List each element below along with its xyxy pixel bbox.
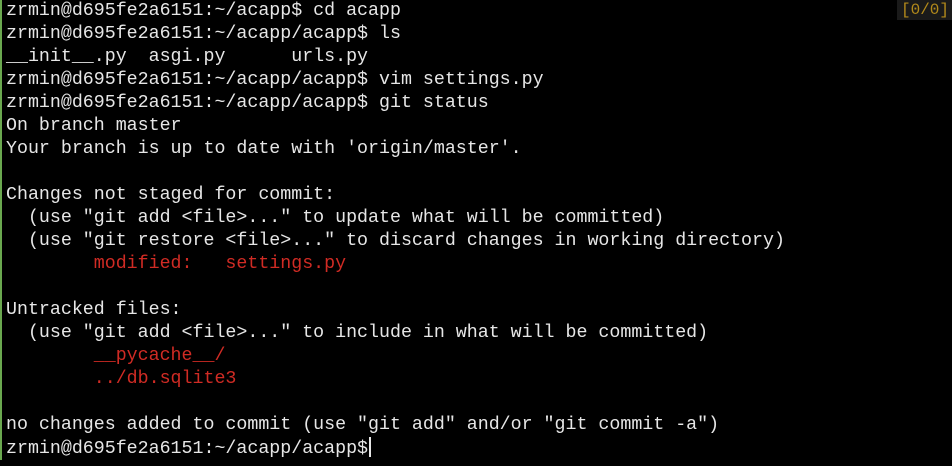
ls-output: __init__.py asgi.py urls.py [6,47,369,67]
line-gutter-marker [0,253,2,276]
terminal-line: no changes added to commit (use "git add… [0,414,952,437]
terminal-window[interactable]: zrmin@d695fe2a6151:~/acapp$ cd acapp zrm… [0,0,952,466]
line-gutter-marker [0,115,2,138]
untracked-header: Untracked files: [6,300,182,320]
terminal-line: zrmin@d695fe2a6151:~/acapp/acapp$ ls [0,23,952,46]
line-gutter-marker [0,276,2,299]
line-gutter-marker [0,69,2,92]
terminal-line: Your branch is up to date with 'origin/m… [0,138,952,161]
line-gutter-marker [0,299,2,322]
line-gutter-marker [0,46,2,69]
line-gutter-marker [0,368,2,391]
git-branch-info: On branch master [6,116,182,136]
line-gutter-marker [0,322,2,345]
line-gutter-marker [0,161,2,184]
git-summary: no changes added to commit (use "git add… [6,415,720,435]
terminal-line: (use "git add <file>..." to update what … [0,207,952,230]
line-gutter-marker [0,437,2,460]
line-gutter-marker [0,23,2,46]
modified-file-entry: modified: settings.py [6,254,347,274]
terminal-line [0,161,952,184]
text-cursor[interactable] [369,437,372,457]
line-gutter-marker [0,230,2,253]
terminal-line: zrmin@d695fe2a6151:~/acapp/acapp$ git st… [0,92,952,115]
git-hint-include: (use "git add <file>..." to include in w… [6,323,709,343]
command-git-status: zrmin@d695fe2a6151:~/acapp/acapp$ git st… [6,93,489,113]
command-cd: zrmin@d695fe2a6151:~/acapp$ cd acapp [6,1,401,21]
command-vim: zrmin@d695fe2a6151:~/acapp/acapp$ vim se… [6,70,544,90]
changes-header: Changes not staged for commit: [6,185,336,205]
git-hint-restore: (use "git restore <file>..." to discard … [6,231,785,251]
line-gutter-marker [0,0,2,23]
terminal-line: __pycache__/ [0,345,952,368]
untracked-file-entry: ../db.sqlite3 [6,369,237,389]
git-upstream-info: Your branch is up to date with 'origin/m… [6,139,522,159]
line-gutter-marker [0,184,2,207]
terminal-line: On branch master [0,115,952,138]
terminal-line: zrmin@d695fe2a6151:~/acapp/acapp$ vim se… [0,69,952,92]
terminal-line: Changes not staged for commit: [0,184,952,207]
line-gutter-marker [0,207,2,230]
terminal-line: __init__.py asgi.py urls.py [0,46,952,69]
line-gutter-marker [0,92,2,115]
terminal-line: ../db.sqlite3 [0,368,952,391]
line-gutter-marker [0,391,2,414]
pane-indicator: [0/0] [896,0,952,20]
terminal-line: modified: settings.py [0,253,952,276]
line-gutter-marker [0,345,2,368]
shell-prompt: zrmin@d695fe2a6151:~/acapp/acapp$ [6,439,369,459]
terminal-line: (use "git restore <file>..." to discard … [0,230,952,253]
command-ls: zrmin@d695fe2a6151:~/acapp/acapp$ ls [6,24,401,44]
terminal-line: (use "git add <file>..." to include in w… [0,322,952,345]
line-gutter-marker [0,138,2,161]
terminal-line: zrmin@d695fe2a6151:~/acapp$ cd acapp [0,0,952,23]
terminal-line [0,391,952,414]
terminal-line [0,276,952,299]
line-gutter-marker [0,414,2,437]
terminal-prompt-line[interactable]: zrmin@d695fe2a6151:~/acapp/acapp$ [0,437,952,460]
untracked-file-entry: __pycache__/ [6,346,226,366]
git-hint-add: (use "git add <file>..." to update what … [6,208,665,228]
terminal-line: Untracked files: [0,299,952,322]
